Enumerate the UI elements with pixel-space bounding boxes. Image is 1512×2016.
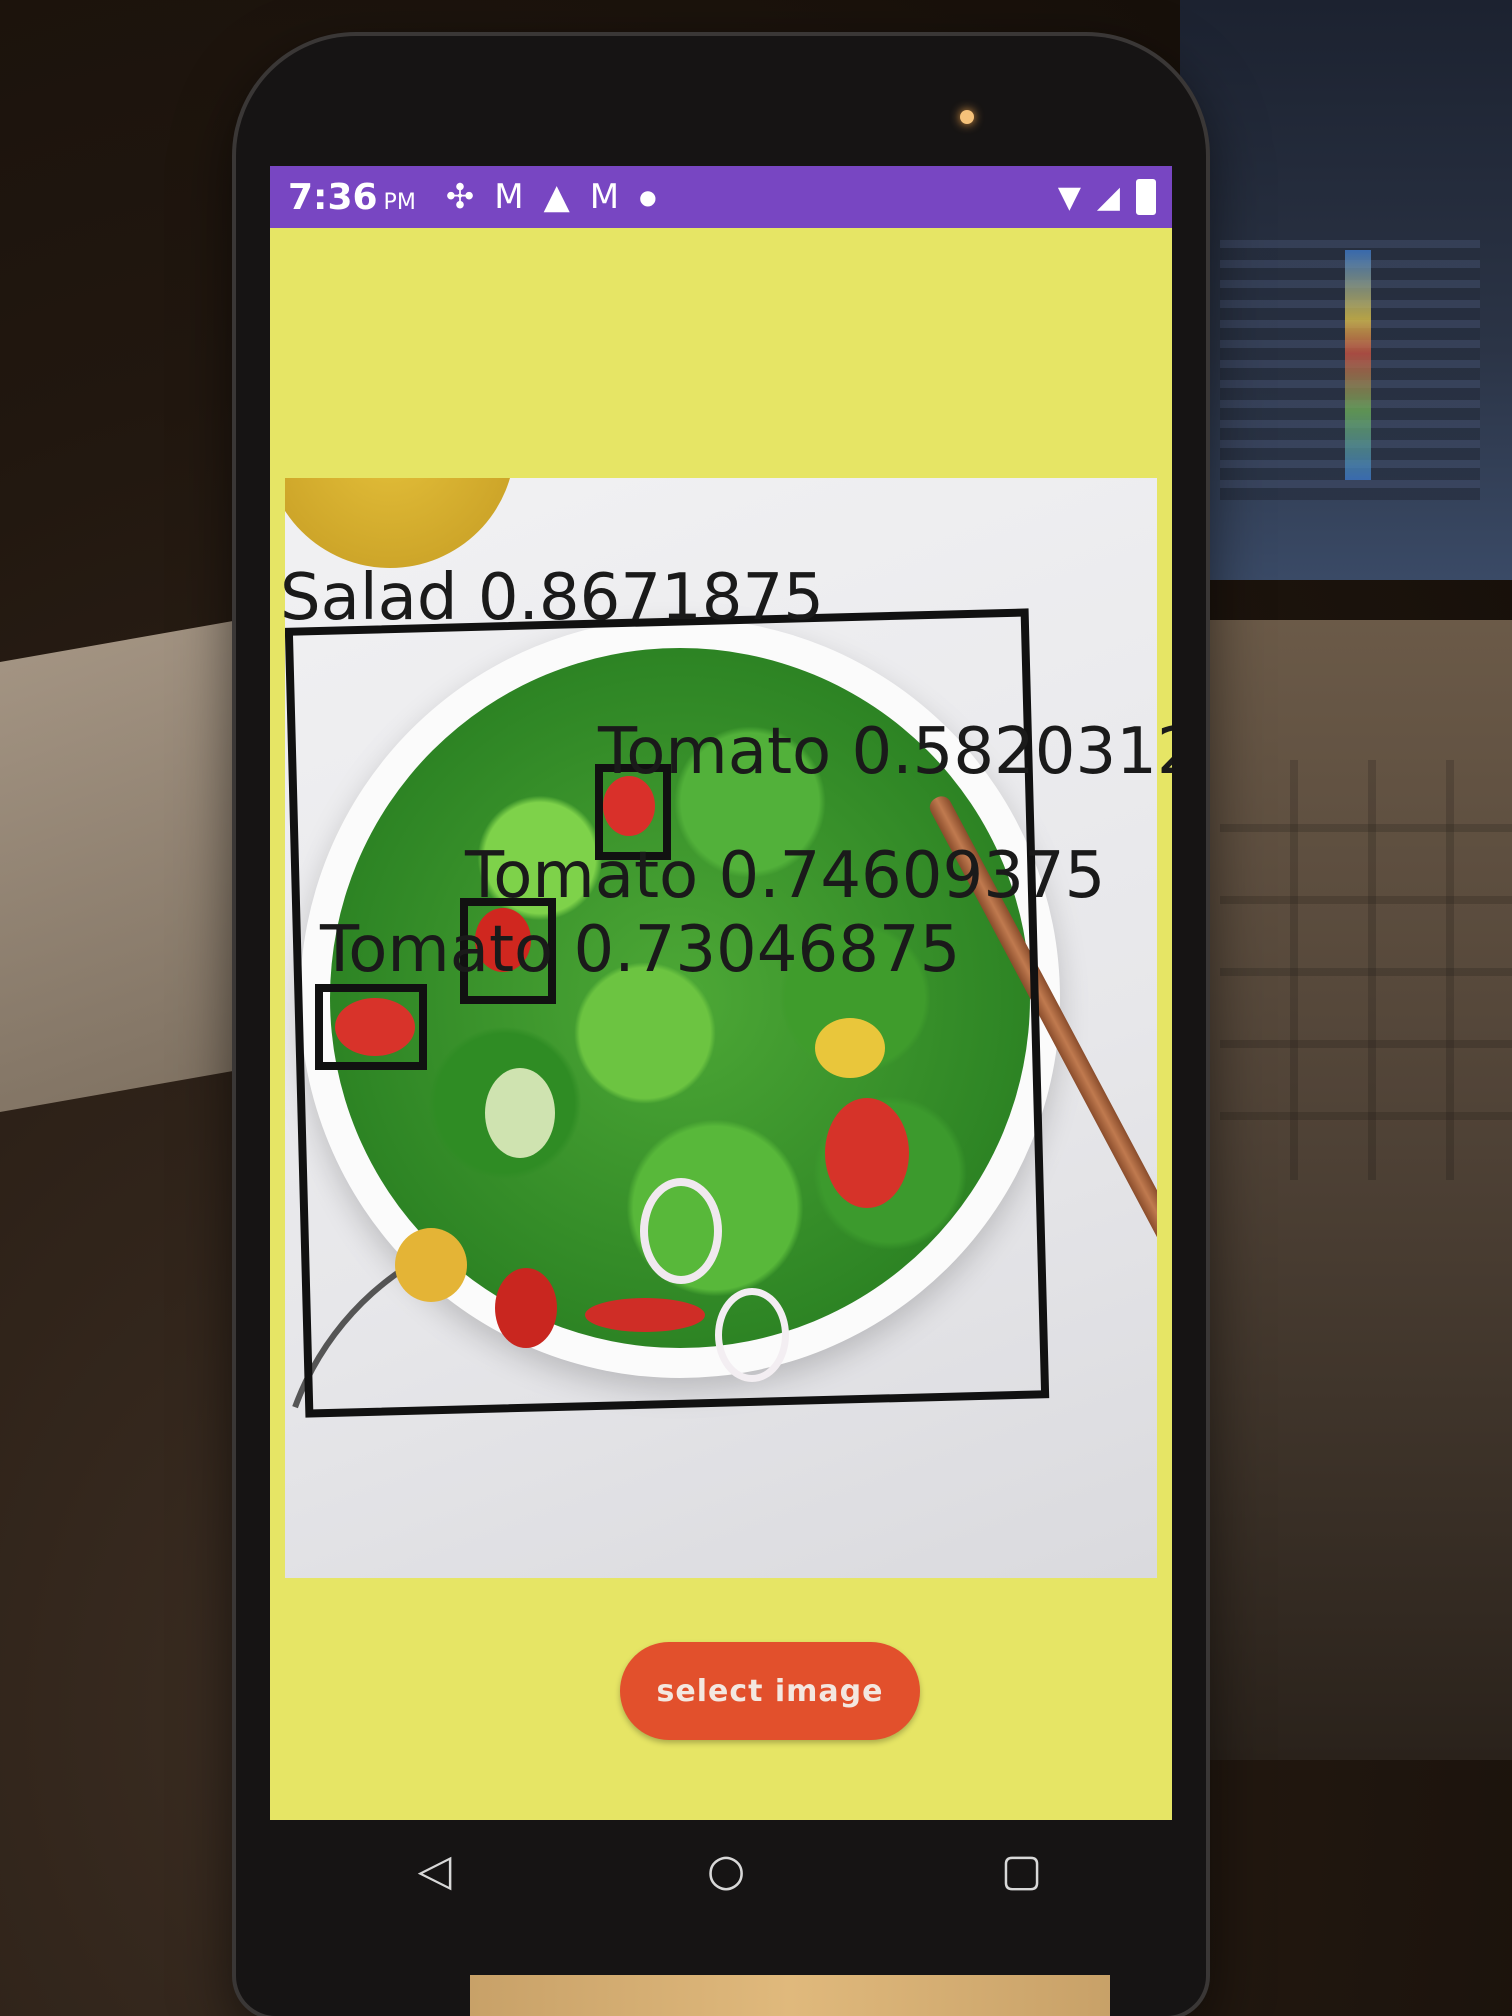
- warning-icon: ▲: [543, 177, 570, 217]
- dressing-bowl: [285, 478, 515, 568]
- editor-color-stripe: [1345, 250, 1371, 480]
- status-time: 7:36: [288, 176, 378, 218]
- phone-stand: [470, 1975, 1110, 2016]
- battery-icon: [1136, 179, 1156, 215]
- detection-label: Tomato 0.73046875: [320, 913, 961, 987]
- status-ampm: PM: [383, 189, 416, 215]
- phone-screen: 7:36 PM ✣ M ▲ M ● ▼ ◢ Salad 0.8671875 To…: [270, 166, 1172, 1820]
- front-camera: [960, 110, 974, 124]
- navigation-bar: ◁ ○ ▢: [290, 1810, 1170, 1930]
- selected-image: [285, 478, 1157, 1578]
- laptop-keyboard: [1220, 760, 1512, 1180]
- signal-icon: ◢: [1096, 179, 1120, 215]
- detection-box-tomato: [315, 984, 427, 1070]
- detection-label: Tomato 0.74609375: [465, 839, 1106, 913]
- detection-label: Tomato 0.5820312: [598, 715, 1172, 789]
- notification-icons: ✣ M ▲ M ●: [446, 177, 657, 217]
- recents-icon[interactable]: ▢: [1001, 1845, 1043, 1896]
- back-icon[interactable]: ◁: [418, 1845, 452, 1896]
- home-icon[interactable]: ○: [707, 1845, 745, 1896]
- wifi-icon: ▼: [1057, 179, 1081, 215]
- paper-sheet: [0, 617, 250, 1113]
- detection-label: Salad 0.8671875: [280, 561, 824, 635]
- pinwheel-icon: ✣: [445, 177, 475, 217]
- gmail-icon: M: [494, 177, 524, 217]
- system-icons: ▼ ◢: [1058, 179, 1156, 215]
- dot-icon: ●: [639, 185, 657, 209]
- select-image-button[interactable]: select image: [620, 1642, 920, 1740]
- laptop-screen: [1180, 0, 1512, 580]
- gmail-icon: M: [589, 177, 620, 217]
- status-bar: 7:36 PM ✣ M ▲ M ● ▼ ◢: [270, 166, 1172, 228]
